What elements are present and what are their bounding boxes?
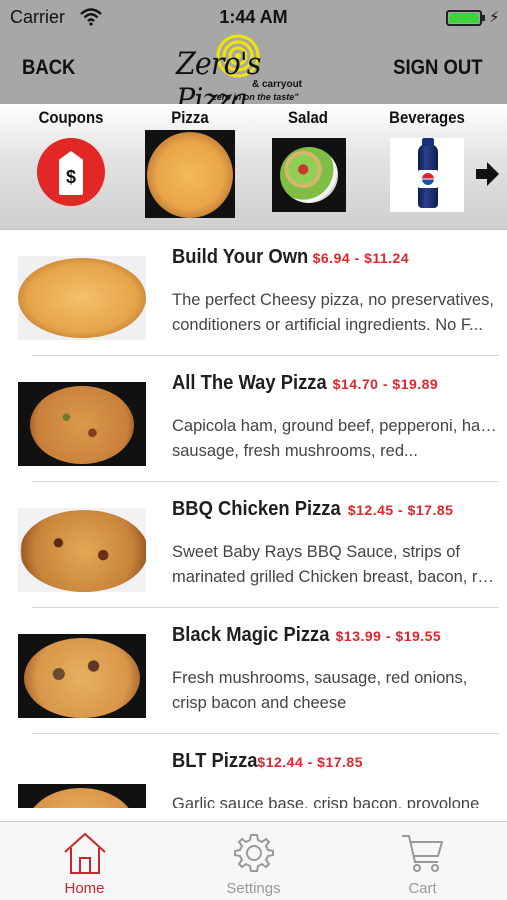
arrow-right-icon[interactable] [474,160,500,188]
sign-out-button[interactable]: SIGN OUT [394,56,483,80]
menu-item-image [18,508,146,592]
pizza-image [145,130,235,218]
category-bar: Coupons $ Pizza Salad Beverages [0,104,507,230]
clock: 1:44 AM [219,7,288,27]
tab-settings[interactable]: Settings [169,822,338,900]
menu-item-price: $13.99 - $19.55 [335,628,442,644]
description-line: Garlic sauce base, crisp bacon, provolon… [172,795,480,808]
tab-bar: Home Settings Cart [0,821,507,900]
navigation-bar: BACK Zero's Pizza & carryout "zero in on… [0,34,507,118]
menu-item-price: $6.94 - $11.24 [312,250,410,266]
description-line: Sweet Baby Rays BBQ Sauce, strips of [172,543,460,561]
tab-label: Home [64,880,105,897]
battery-icon [446,10,482,26]
coupon-tag-icon: $ [37,138,105,206]
menu-item-build-your-own[interactable]: Build Your Own $6.94 - $11.24 The perfec… [0,230,507,356]
menu-item-name: BLT Pizza [172,750,258,772]
menu-item-all-the-way[interactable]: All The Way Pizza $14.70 - $19.89 Capico… [0,356,507,482]
tab-home[interactable]: Home [0,822,169,900]
category-coupons[interactable]: Coupons $ [28,104,114,230]
logo-tagline: "zero in on the taste" [208,92,299,102]
zeros-pizza-logo: Zero's Pizza & carryout "zero in on the … [172,34,332,118]
description-line: sausage, fresh mushrooms, red... [172,442,418,460]
description-line: The perfect Cheesy pizza, no preservativ… [172,291,494,309]
menu-item-price: $12.44 - $17.85 [257,754,364,770]
description-line: Capicola ham, ground beef, pepperoni, ha… [172,417,498,435]
charging-bolt-icon: ⚡ [489,9,500,26]
menu-item-price: $12.45 - $17.85 [347,502,454,518]
tab-label: Settings [226,880,281,897]
menu-item-black-magic[interactable]: Black Magic Pizza $13.99 - $19.55 Fresh … [0,608,507,734]
home-icon [64,832,106,874]
category-label: Coupons [38,108,104,127]
description-line: crisp bacon and cheese [172,694,347,712]
category-label: Beverages [389,108,465,127]
menu-item-description: Fresh mushrooms, sausage, red onions, cr… [172,666,498,716]
gear-icon [234,834,274,872]
category-label: Salad [288,108,328,127]
menu-item-description: Capicola ham, ground beef, pepperoni, ha… [172,414,498,464]
status-bar: Carrier 1:44 AM ⚡ [0,0,507,34]
description-line: conditioners or artificial ingredients. … [172,316,483,334]
menu-item-description: Sweet Baby Rays BBQ Sauce, strips of mar… [172,540,498,590]
logo-sub: & carryout [252,79,303,90]
menu-item-name: Build Your Own [172,246,309,268]
menu-item-name: All The Way Pizza [172,372,327,394]
menu-item-image [18,382,146,466]
menu-item-image [18,256,146,340]
menu-item-bbq-chicken[interactable]: BBQ Chicken Pizza $12.45 - $17.85 Sweet … [0,482,507,608]
category-beverages[interactable]: Beverages [382,104,472,230]
menu-item-image [18,784,146,808]
battery-tip [482,15,485,21]
tab-cart[interactable]: Cart [338,822,507,900]
menu-item-description: Garlic sauce base, crisp bacon, provolon… [172,792,498,808]
salad-image [272,138,346,212]
category-label: Pizza [171,108,209,127]
category-salad[interactable]: Salad [268,104,348,230]
cart-icon [402,835,444,872]
menu-item-name: Black Magic Pizza [172,624,330,646]
category-pizza[interactable]: Pizza [140,104,240,230]
description-line: marinated grilled Chicken breast, bacon,… [172,568,498,586]
menu-item-price: $14.70 - $19.89 [332,376,439,392]
menu-item-image [18,634,146,718]
soda-bottle-image [390,138,464,212]
description-line: Fresh mushrooms, sausage, red onions, [172,669,468,687]
menu-item-blt[interactable]: BLT Pizza $12.44 - $17.85 Garlic sauce b… [0,734,507,808]
tab-label: Cart [408,880,437,897]
menu-item-name: BBQ Chicken Pizza [172,498,341,520]
back-button[interactable]: BACK [22,56,75,80]
menu-list: Build Your Own $6.94 - $11.24 The perfec… [0,230,507,808]
menu-item-description: The perfect Cheesy pizza, no preservativ… [172,288,498,338]
